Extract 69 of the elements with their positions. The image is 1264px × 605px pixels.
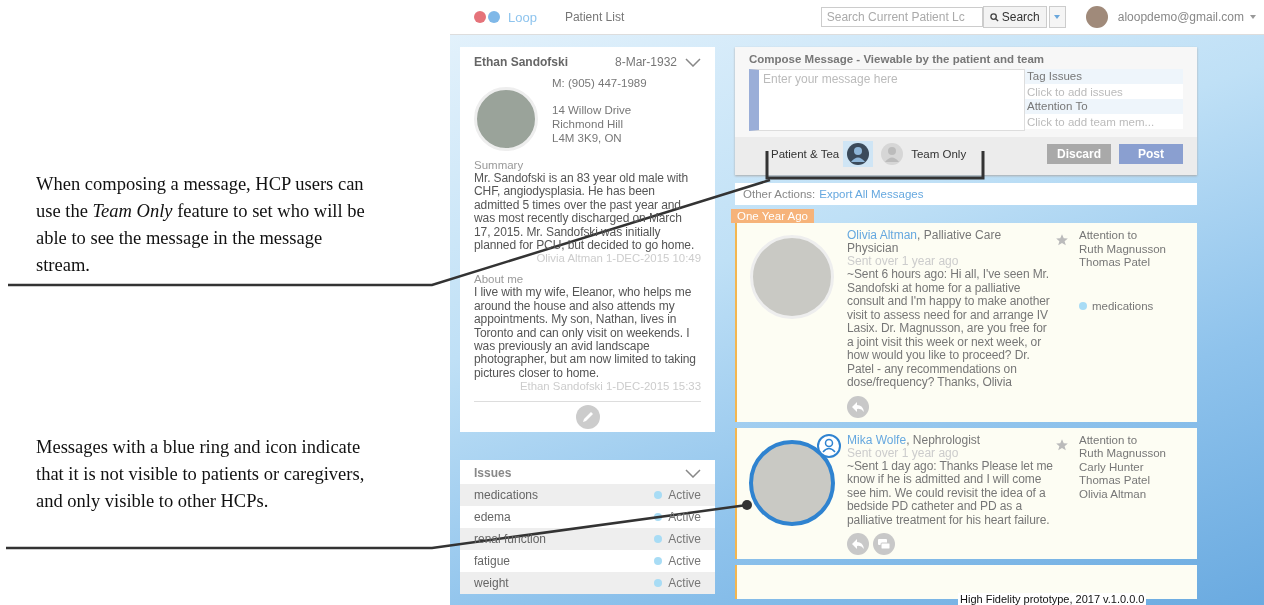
message-text: ~Sent 1 day ago: Thanks Please let me know if he is admitted and I will come see him. We could revisit the idea of a bedside PD catheter and PD as a palliative treatment for his heart failure. [847,459,1054,527]
about-text: I live with my wife, Eleanor, who helps me around the house and also attends my appointments. My son, Nathan, lives in Toronto and can only visit on weekends. I was previously an avid landscape photographer, but am now limited to taking pictures closer to home. [474,286,697,381]
caret-icon [1250,15,1256,19]
field-label: Tag Issues [1025,69,1183,84]
visibility-option[interactable]: Patient & Tea [771,141,874,167]
field-label: Attention To [1025,99,1183,114]
chevron-down-icon[interactable] [685,468,701,478]
visibility-option[interactable]: Team Only [877,141,967,167]
issue-row[interactable]: medications Active [460,484,715,507]
search-field[interactable]: Search Current Patient Lc [820,7,983,27]
person-icon [843,141,874,167]
recipient-name: Olivia Altman [1079,487,1148,501]
recipient-name: Thomas Patel [1079,474,1151,488]
attention-label: Attention to [1079,433,1139,447]
reply-icon[interactable] [847,533,869,555]
post-button[interactable]: Post [1119,144,1183,164]
team-only-icon [817,433,841,458]
search-button[interactable]: Search [982,6,1047,28]
issue-status: Active [668,576,701,591]
star-icon[interactable] [1055,233,1069,247]
caret-icon [1054,15,1061,19]
issue-name: medications [474,488,540,503]
dropdown-button[interactable] [1048,6,1066,28]
caption-text: High Fidelity prototype, 2017 v.1.0.0.0 [958,593,1147,605]
attention-label: Attention to [1079,229,1139,243]
issue-status: Active [668,532,701,547]
recipient-name: Ruth Magnusson [1079,447,1166,461]
export-link[interactable]: Export All Messages [819,188,924,200]
panel-title: Compose Message - Viewable by the patient and team [749,53,1046,65]
nav-link[interactable]: Patient List [564,10,625,24]
recipient-name: Thomas Patel [1079,256,1151,270]
issue-name: edema [474,510,512,525]
message-field[interactable]: Enter your message here [749,69,1025,131]
tag-label: medications [1092,299,1154,313]
search-icon [989,12,999,22]
logo-icon [474,11,502,23]
section-label: Summary [474,159,525,172]
address-line: 14 Willow Drive [552,103,633,117]
author-line: Mika Wolfe, Nephrologist [847,433,982,447]
recipient-name: Carly Hunter [1079,460,1145,474]
issue-row[interactable]: weight Active [460,572,715,595]
message-text: ~Sent 6 hours ago: Hi all, I've seen Mr. Sandofski at home for a palliative consult and I'm happy to make another visit to assess need for and arrange IV Lasix. Dr. Magnusson, are you free for a joint visit this week or next week, or how would you like to proceed? Dr. Patel - any recommendations on dose/frequency? Thanks, Olivia [847,268,1051,390]
annotation-text: Messages with a blue ring and icon indicate that it is not visible to patients or caregivers, and only visible to other HCPs. [36,436,366,513]
edit-icon[interactable] [574,404,601,431]
reply-icon[interactable] [847,395,869,418]
attention-field[interactable]: Click to add team mem... [1025,114,1183,129]
issue-name: weight [474,576,510,591]
recipient-name: Ruth Magnusson [1079,242,1166,256]
chat-icon[interactable] [873,533,895,555]
issue-row[interactable]: fatigue Active [460,550,715,573]
avatar[interactable] [1085,6,1108,28]
patient-name: Ethan Sandofski [474,55,569,69]
star-icon[interactable] [1055,437,1069,452]
annotation-text: When composing a message, HCP users can use the Team Only feature to set who will be able to see the message in the message stream. [36,173,366,277]
chevron-down-icon[interactable] [685,57,701,67]
address-line: L4M 3K9, ON [552,131,623,145]
user-menu[interactable]: aloopdemo@gmail.com [1117,10,1244,24]
issue-status: Active [668,488,701,503]
period-badge: One Year Ago [731,209,814,223]
birth-date: 8-Mar-1932 [614,55,677,69]
phone-number: M: (905) 447-1989 [552,77,647,89]
issue-status: Active [668,554,701,569]
actions-label: Other Actions: [743,188,816,200]
author-line: Olivia Altman, Palliative Care Physician [847,229,1003,255]
section-label: About me [474,273,525,287]
address-line: Richmond Hill [552,117,624,131]
issue-name: fatigue [474,554,512,569]
tag-field[interactable]: Click to add issues [1025,84,1183,99]
panel-title: Issues [474,466,512,481]
